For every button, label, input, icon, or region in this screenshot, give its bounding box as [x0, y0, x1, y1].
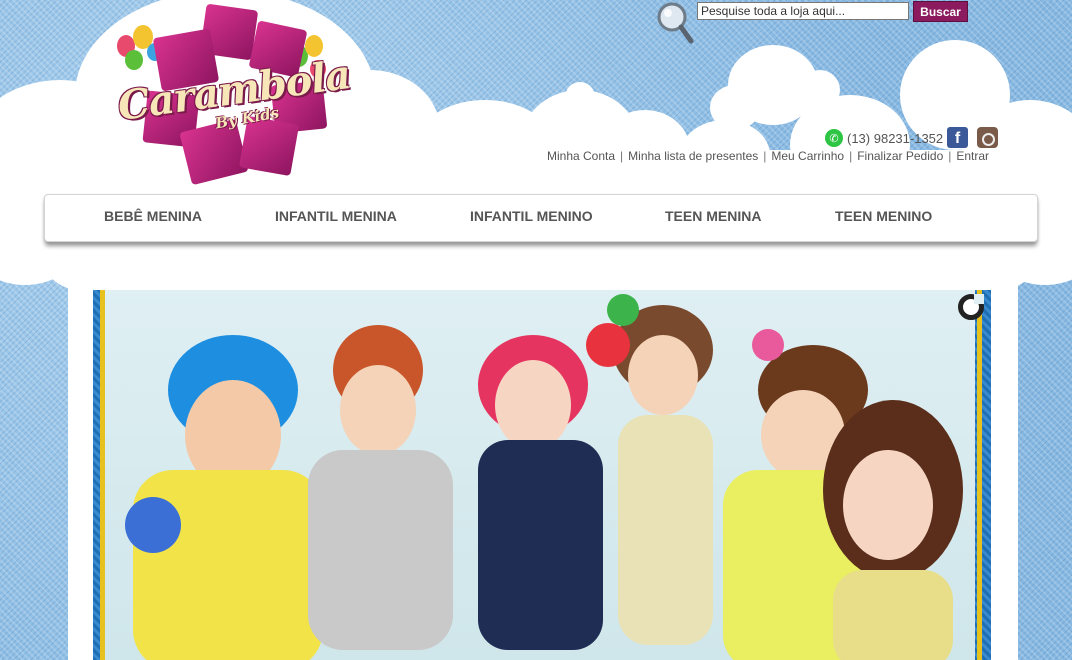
phone-contact: ✆ (13) 98231-1352	[825, 128, 943, 148]
magnifier-icon	[657, 2, 694, 44]
checkout-link[interactable]: Finalizar Pedido	[857, 149, 943, 163]
separator: |	[763, 149, 767, 163]
kids-photo-placeholder	[125, 294, 963, 660]
separator: |	[849, 149, 853, 163]
facebook-icon[interactable]: f	[947, 127, 968, 148]
nav-item-infantil-menino[interactable]: INFANTIL MENINO	[470, 208, 593, 224]
nav-item-teen-menino[interactable]: TEEN MENINO	[835, 208, 932, 224]
loader-icon	[958, 294, 984, 320]
nav-item-teen-menina[interactable]: TEEN MENINA	[665, 208, 761, 224]
banner-stripe-right	[977, 290, 982, 660]
my-account-link[interactable]: Minha Conta	[547, 149, 615, 163]
category-nav: BEBÊ MENINA INFANTIL MENINA INFANTIL MEN…	[44, 194, 1038, 242]
separator: |	[620, 149, 624, 163]
facebook-glyph: f	[954, 130, 961, 147]
nav-item-bebe-menina[interactable]: BEBÊ MENINA	[104, 208, 202, 224]
search-input[interactable]	[697, 2, 909, 20]
separator: |	[948, 149, 952, 163]
whatsapp-icon[interactable]: ✆	[825, 129, 843, 147]
gift-list-link[interactable]: Minha lista de presentes	[628, 149, 758, 163]
account-links: Minha Conta | Minha lista de presentes | Meu…	[547, 149, 989, 163]
cart-link[interactable]: Meu Carrinho	[771, 149, 844, 163]
nav-item-infantil-menina[interactable]: INFANTIL MENINA	[275, 208, 397, 224]
search-button[interactable]: Buscar	[913, 1, 968, 22]
login-link[interactable]: Entrar	[956, 149, 989, 163]
instagram-icon[interactable]	[977, 127, 998, 148]
phone-number: (13) 98231-1352	[847, 130, 944, 146]
banner-stripe-left	[100, 290, 105, 660]
brand-logo[interactable]: Carambola By Kids	[105, 3, 355, 186]
hero-banner-image[interactable]	[93, 290, 991, 660]
